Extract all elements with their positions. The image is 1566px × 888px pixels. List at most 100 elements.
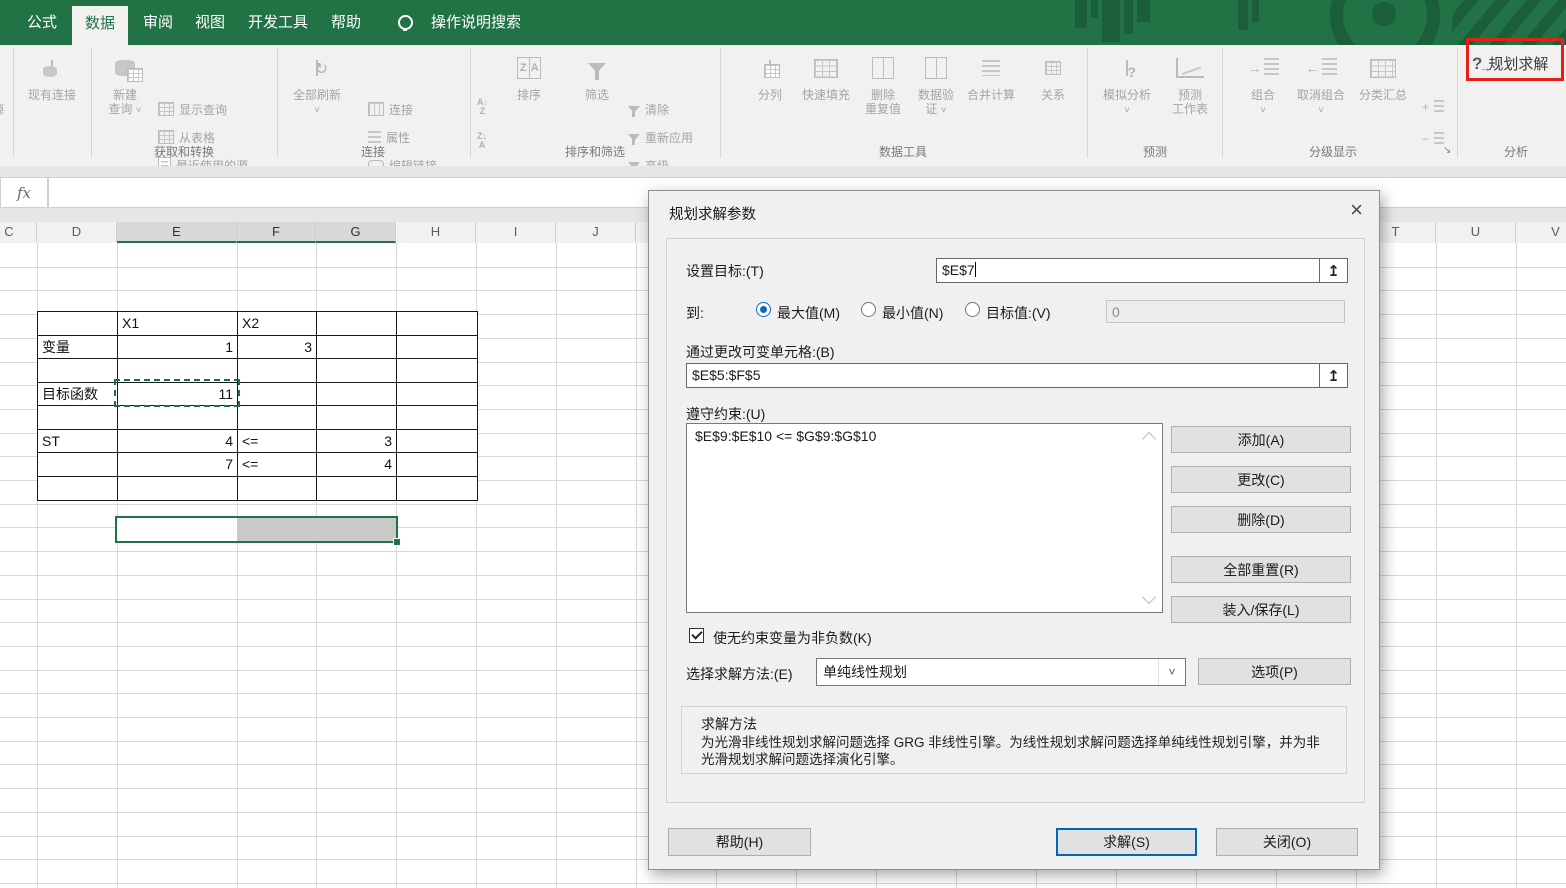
new-query-button[interactable]: 新建 查询 ˅ — [94, 48, 156, 118]
remove-duplicates-button[interactable]: 删除 重复值 — [857, 48, 909, 116]
load-save-button[interactable]: 装入/保存(L) — [1171, 596, 1351, 623]
cell-h6[interactable] — [397, 359, 477, 383]
close-icon[interactable]: × — [1350, 197, 1363, 223]
objective-input[interactable]: $E$7 — [936, 258, 1321, 283]
show-detail-button[interactable]: + — [1422, 95, 1444, 119]
cell-f6[interactable] — [238, 359, 317, 383]
subtotal-button[interactable]: 分类汇总 — [1352, 48, 1414, 102]
cell-d11[interactable] — [38, 477, 118, 501]
cell-f11[interactable] — [238, 477, 317, 501]
cell-h9[interactable] — [397, 430, 477, 454]
ungroup-button[interactable]: ← 取消组合 ˅ — [1290, 48, 1352, 118]
constraints-listbox[interactable]: $E$9:$E$10 <= $G$9:$G$10 — [686, 423, 1163, 613]
cell-d6[interactable] — [38, 359, 118, 383]
tab-data[interactable]: 数据 — [72, 6, 128, 45]
change-button[interactable]: 更改(C) — [1171, 466, 1351, 493]
cell-g6[interactable] — [317, 359, 397, 383]
cell-e11[interactable] — [118, 477, 238, 501]
cell-h7[interactable] — [397, 383, 477, 407]
cell-h5[interactable] — [397, 336, 477, 360]
fill-handle[interactable] — [393, 538, 401, 546]
data-validation-button[interactable]: 数据验 证 ˅ — [909, 48, 963, 118]
cell-d10[interactable] — [38, 453, 118, 477]
column-header-v[interactable]: V — [1516, 222, 1566, 242]
cell-f5[interactable]: 3 — [238, 336, 317, 360]
column-header-i[interactable]: I — [476, 222, 556, 242]
cell-g7[interactable] — [317, 383, 397, 407]
sort-button[interactable]: ZA 排序 — [505, 48, 553, 102]
filter-button[interactable]: 筛选 — [571, 48, 623, 102]
min-radio-label[interactable]: 最小值(N) — [882, 303, 943, 323]
column-header-e[interactable]: E — [117, 222, 237, 243]
cell-f9[interactable]: <= — [238, 430, 317, 454]
cell-e8[interactable] — [118, 406, 238, 430]
cell-g4[interactable] — [317, 312, 397, 336]
solve-button[interactable]: 求解(S) — [1056, 828, 1197, 856]
cell-d7[interactable]: 目标函数 — [38, 383, 118, 407]
dialog-launcher-icon[interactable]: ↘ — [1443, 145, 1451, 156]
solving-method-select[interactable]: 单纯线性规划 ˅ — [816, 658, 1186, 686]
chevron-down-icon[interactable]: ˅ — [1158, 659, 1185, 685]
cell-g8[interactable] — [317, 406, 397, 430]
tab-formulas[interactable]: 公式 — [16, 0, 68, 45]
consolidate-button[interactable]: 合并计算 — [961, 48, 1021, 102]
tab-view[interactable]: 视图 — [184, 0, 236, 45]
reset-all-button[interactable]: 全部重置(R) — [1171, 556, 1351, 583]
cell-g9[interactable]: 3 — [317, 430, 397, 454]
flash-fill-button[interactable]: 快速填充 — [796, 48, 856, 102]
tab-developer[interactable]: 开发工具 — [238, 0, 318, 45]
hide-detail-button[interactable]: − — [1422, 127, 1444, 151]
value-of-input[interactable]: 0 — [1106, 300, 1345, 323]
collapse-dialog-icon[interactable]: ↥ — [1319, 258, 1348, 283]
column-header-d[interactable]: D — [37, 222, 117, 242]
cell-g11[interactable] — [317, 477, 397, 501]
cell-g5[interactable] — [317, 336, 397, 360]
cell-e9[interactable]: 4 — [118, 430, 238, 454]
constraint-item[interactable]: $E$9:$E$10 <= $G$9:$G$10 — [687, 424, 1162, 448]
cell-d9[interactable]: ST — [38, 430, 118, 454]
nonnegative-checkbox[interactable] — [689, 628, 704, 643]
cell-g10[interactable]: 4 — [317, 453, 397, 477]
cell-e10[interactable]: 7 — [118, 453, 238, 477]
column-header-f[interactable]: F — [237, 222, 316, 243]
tell-me-search[interactable]: 操作说明搜索 — [418, 0, 534, 45]
cell-f4[interactable]: X2 — [238, 312, 317, 336]
cell-e5[interactable]: 1 — [118, 336, 238, 360]
show-queries-item[interactable]: 显示查询 — [158, 97, 227, 121]
existing-connections-button[interactable]: 现有连接 — [14, 48, 90, 102]
column-header-c[interactable]: C — [0, 222, 37, 242]
sort-descending-button[interactable]: Z↓A — [477, 129, 487, 153]
cell-d4[interactable] — [38, 312, 118, 336]
options-button[interactable]: 选项(P) — [1198, 658, 1351, 685]
column-header-h[interactable]: H — [396, 222, 476, 242]
cell-d8[interactable] — [38, 406, 118, 430]
nonnegative-checkbox-label[interactable]: 使无约束变量为非负数(K) — [713, 628, 872, 648]
tab-review[interactable]: 审阅 — [132, 0, 184, 45]
refresh-all-button[interactable]: ↻ 全部刷新 ˅ — [284, 48, 350, 118]
clear-filter-item[interactable]: 清除 — [628, 97, 669, 121]
dialog-close-button[interactable]: 关闭(O) — [1216, 828, 1358, 856]
cell-d5[interactable]: 变量 — [38, 336, 118, 360]
insert-function-button[interactable]: fx — [0, 177, 48, 208]
cell-f10[interactable]: <= — [238, 453, 317, 477]
cell-f8[interactable] — [238, 406, 317, 430]
cell-h11[interactable] — [397, 477, 477, 501]
tab-help[interactable]: 帮助 — [320, 0, 372, 45]
scroll-down-icon[interactable] — [1142, 590, 1156, 604]
column-header-g[interactable]: G — [316, 222, 396, 243]
sort-ascending-button[interactable]: A↓Z — [477, 95, 488, 119]
collapse-dialog-icon[interactable]: ↥ — [1319, 363, 1348, 388]
max-radio-label[interactable]: 最大值(M) — [777, 303, 840, 323]
delete-button[interactable]: 删除(D) — [1171, 506, 1351, 533]
cell-h10[interactable] — [397, 453, 477, 477]
connections-item[interactable]: 连接 — [368, 97, 413, 121]
value-of-radio-label[interactable]: 目标值:(V) — [986, 303, 1051, 323]
relationships-button[interactable]: 关系 — [1030, 48, 1076, 102]
what-if-analysis-button[interactable]: ? 模拟分析 ˅ — [1094, 48, 1160, 118]
cell-f7[interactable] — [238, 383, 317, 407]
changing-cells-input[interactable]: $E$5:$F$5 — [686, 363, 1321, 388]
forecast-sheet-button[interactable]: 预测 工作表 — [1162, 48, 1218, 116]
cell-h8[interactable] — [397, 406, 477, 430]
add-button[interactable]: 添加(A) — [1171, 426, 1351, 453]
cell-h4[interactable] — [397, 312, 477, 336]
